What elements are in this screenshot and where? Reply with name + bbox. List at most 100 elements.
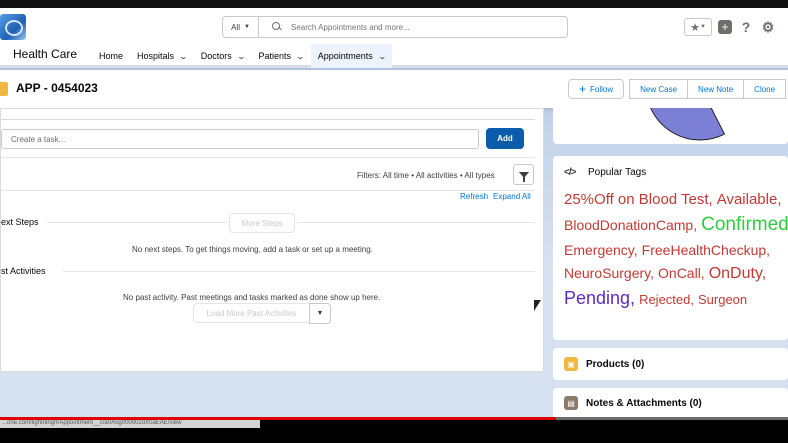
clone-button[interactable]: Clone [743,79,787,99]
notes-attachments-card: ▤ Notes & Attachments (0) [553,388,788,417]
pie-slice[interactable] [646,108,726,141]
activity-panel: Create a task... Add Filters: All time •… [0,108,544,372]
nav-item-label: Home [99,51,124,61]
tag-link[interactable]: NeuroSurgery, [564,263,654,283]
search-scope-label: All [231,22,240,32]
follow-button[interactable]: + Follow [568,79,625,99]
record-actions: + Follow New Case New Note Clone [568,79,787,99]
tag-link[interactable]: Rejected, [639,291,694,310]
record-title: APP - 0454023 [16,81,98,95]
chevron-down-icon: ▼ [316,310,324,317]
nav-item-patients[interactable]: Patients ⌄ [251,44,310,68]
tag-link[interactable]: OnCall, [658,263,705,283]
divider [1,157,535,158]
expand-all-link[interactable]: Expand All [493,192,531,201]
filter-button[interactable] [513,164,534,185]
nav-item-home[interactable]: Home [92,44,130,68]
new-case-label: New Case [640,84,678,94]
products-card: ▣ Products (0) [553,348,788,380]
section-line [63,271,535,272]
filter-icon [518,171,529,182]
code-icon: </> [564,167,576,178]
popular-tags-title: Popular Tags [588,167,647,178]
tag-link[interactable]: FreeHealthCheckup, [642,240,770,260]
next-steps-empty-message: No next steps. To get things moving, add… [132,245,373,254]
chart-card [553,108,788,144]
help-icon[interactable]: ? [738,19,754,35]
section-line [297,222,535,223]
app-name: Health Care [13,47,78,61]
chevron-down-icon: ▼ [243,24,250,30]
tag-link[interactable]: Pending, [564,285,635,311]
activity-filters-text: Filters: All time • All activities • All… [357,171,495,180]
chevron-down-icon[interactable]: ⌄ [236,52,245,61]
global-search: All ▼ [222,16,568,38]
tag-link[interactable]: BloodDonationCamp, [564,215,697,235]
products-icon: ▣ [564,357,578,371]
file-icon: ▤ [564,396,578,410]
products-header[interactable]: ▣ Products (0) [564,357,644,371]
mouse-cursor-icon [534,300,541,311]
tag-cloud: 25%Off on Blood Test, Available, BloodDona… [564,188,788,311]
nav-item-label: Hospitals [137,51,175,61]
popular-tags-header: </> Popular Tags [564,167,646,178]
past-activities-title[interactable]: st Activities [1,266,46,276]
gear-icon[interactable]: ⚙ [760,19,776,35]
new-note-label: New Note [698,84,734,94]
new-note-button[interactable]: New Note [687,79,745,99]
global-header: All ▼ ★▼ + ? ⚙ [0,8,788,44]
activity-tab-strip [1,109,535,120]
products-title[interactable]: Products (0) [586,359,644,370]
nav-item-label: Appointments [317,51,373,61]
record-header: APP - 0454023 + Follow New Case New Note… [0,70,788,108]
new-case-button[interactable]: New Case [629,79,689,99]
plus-icon: + [579,82,587,96]
chevron-down-icon[interactable]: ⌄ [377,52,386,61]
favorites-button[interactable]: ★ ▼ [684,18,712,36]
load-more-dropdown-button[interactable]: ▼ [309,303,331,324]
search-input[interactable] [291,22,551,32]
next-steps-title[interactable]: ext Steps [1,217,39,227]
nav-item-appointments[interactable]: Appointments ⌄ [310,44,393,71]
chevron-down-icon: ▼ [699,24,706,30]
org-logo[interactable] [0,14,26,40]
more-steps-button[interactable]: More Steps [229,213,295,233]
chevron-down-icon[interactable]: ⌄ [296,52,305,61]
nav-item-doctors[interactable]: Doctors ⌄ [194,44,252,68]
refresh-link[interactable]: Refresh [460,192,488,201]
activity-links: Refresh Expand All [460,192,531,201]
global-actions-plus-icon[interactable]: + [718,20,732,34]
create-task-input[interactable]: Create a task... [1,129,479,149]
nav-item-label: Patients [258,51,291,61]
record-type-icon [0,82,8,96]
nav-item-label: Doctors [200,51,232,61]
bottom-bar [0,428,788,443]
nav-items: Home Hospitals ⌄ Doctors ⌄ Patients ⌄ Ap… [92,44,393,71]
search-icon [271,21,283,33]
tag-link[interactable]: Confirmed, [701,211,788,239]
star-icon: ★ [690,21,700,34]
tag-link[interactable]: 25%Off on Blood Test, [564,189,713,211]
chevron-down-icon[interactable]: ⌄ [179,52,188,61]
notes-title[interactable]: Notes & Attachments (0) [586,398,702,409]
status-url: ...one.com/lightning/r/Appointment__c/a0… [0,420,260,428]
popular-tags-card: </> Popular Tags 25%Off on Blood Test, Av… [553,156,788,340]
add-task-button[interactable]: Add [486,128,524,149]
app-nav-bar: Health Care Home Hospitals ⌄ Doctors ⌄ P… [0,44,788,71]
follow-label: Follow [590,84,614,94]
pie-chart [646,108,726,141]
divider [1,190,535,191]
past-activities-empty-message: No past activity. Past meetings and task… [123,293,381,302]
clone-label: Clone [754,84,776,94]
tag-link[interactable]: Available, [717,189,782,211]
section-line [47,222,227,223]
tag-link[interactable]: OnDuty, [709,262,767,285]
nav-item-hospitals[interactable]: Hospitals ⌄ [130,44,194,68]
tag-link[interactable]: Emergency, [564,240,638,260]
load-more-past-activities-button[interactable]: Load More Past Activities [193,303,310,323]
window-top-band [0,0,788,8]
tag-link[interactable]: Surgeon [698,291,747,310]
header-utility-icons: ★ ▼ + ? ⚙ [684,18,776,36]
search-scope-select[interactable]: All ▼ [223,17,259,37]
notes-header[interactable]: ▤ Notes & Attachments (0) [564,396,702,410]
